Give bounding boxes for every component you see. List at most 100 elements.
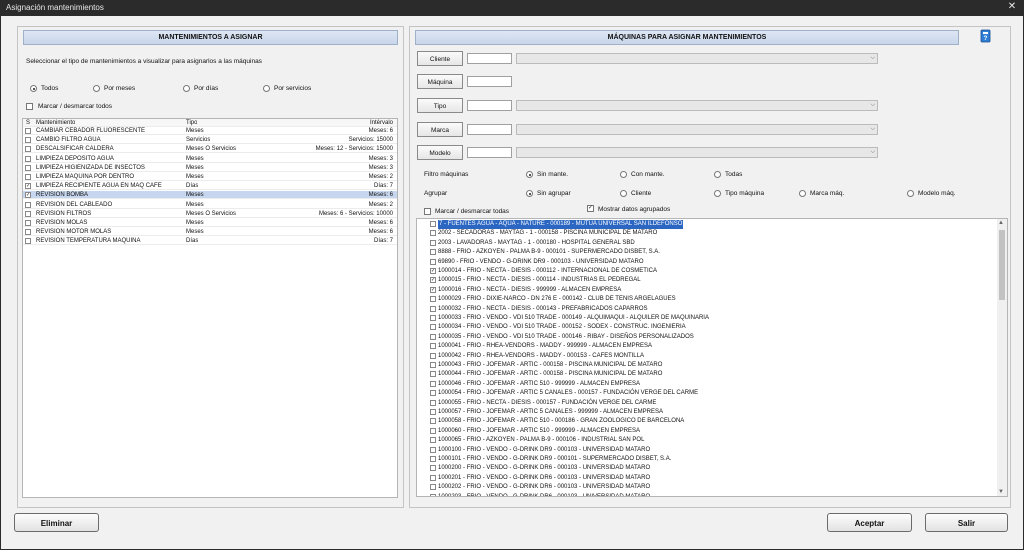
machine-checkbox[interactable]	[430, 418, 436, 425]
machine-checkbox[interactable]: ✓	[430, 286, 436, 293]
type-filter-radio[interactable]	[93, 85, 100, 92]
list-item[interactable]: 2002 - SECADORAS - MAYTAG - 1 - 000158 -…	[417, 229, 1007, 238]
machine-checkbox[interactable]	[430, 296, 436, 303]
machine-filter-radio[interactable]	[620, 171, 627, 178]
machine-checkbox[interactable]	[430, 380, 436, 387]
list-item[interactable]: 7 - FUENTES AGUA - AQUA - NATURE - 00018…	[417, 220, 1007, 229]
scroll-thumb[interactable]	[999, 230, 1005, 300]
show-grouped-checkbox[interactable]: ✓	[587, 205, 594, 212]
list-item[interactable]: 1000200 - FRIO - VENDO - G-DRINK DR6 - 0…	[417, 464, 1007, 473]
machine-checkbox[interactable]	[430, 474, 436, 481]
modelo-dropdown[interactable]: ⌵	[516, 147, 878, 158]
machine-checkbox[interactable]	[430, 352, 436, 359]
group-by-radio[interactable]	[714, 190, 721, 197]
table-row[interactable]: CAMBIAR CEBADOR FLUORESCENTE Meses Meses: …	[23, 127, 397, 135]
type-filter-radio[interactable]	[30, 85, 37, 92]
modelo-field-button[interactable]: Modelo	[417, 145, 463, 160]
list-item[interactable]: 1000101 - FRIO - VENDO - G-DRINK DR9 - 0…	[417, 455, 1007, 464]
machine-checkbox[interactable]	[430, 343, 436, 350]
marca-code-input[interactable]	[467, 124, 512, 135]
machine-filter-radio[interactable]	[526, 171, 533, 178]
list-item[interactable]: 1000057 - FRIO - JOFEMAR - ARTIC 5 CANAL…	[417, 408, 1007, 417]
type-filter-radio[interactable]	[183, 85, 190, 92]
table-row[interactable]: DESCALSIFICAR CALDERA Meses Ó Servicios Me…	[23, 145, 397, 154]
machine-checkbox[interactable]	[430, 315, 436, 321]
machine-checkbox[interactable]	[430, 465, 436, 472]
modelo-code-input[interactable]	[467, 147, 512, 158]
list-item[interactable]: ✓ 1000014 - FRIO - NECTA - DIESIS - 00011…	[417, 267, 1007, 276]
list-item[interactable]: 1000203 - FRIO - VENDO - G-DRINK DR6 - 0…	[417, 493, 1007, 496]
row-checkbox[interactable]	[25, 155, 31, 162]
row-checkbox[interactable]	[25, 229, 31, 236]
machine-filter-radio[interactable]	[714, 171, 721, 178]
table-row[interactable]: REVISIÓN TEMPERATURA MAQUINA Días Días: 7	[23, 237, 397, 246]
machine-checkbox[interactable]: ✓	[430, 277, 436, 284]
type-filter-radio[interactable]	[263, 85, 270, 92]
list-item[interactable]: 69890 - FRIO - VENDO - G-DRINK DR9 - 000…	[417, 258, 1007, 267]
list-item[interactable]: 1000032 - FRIO - NECTA - DIESIS - 000143…	[417, 305, 1007, 314]
table-row[interactable]: LIMPIEZA DEPOSITO AGUA Meses Meses: 3	[23, 155, 397, 163]
marca-dropdown[interactable]: ⌵	[516, 124, 878, 135]
table-row[interactable]: REVISIÓN DEL CABLEADO Meses Meses: 2	[23, 201, 397, 209]
help-book-icon[interactable]: ?	[979, 29, 993, 43]
list-item[interactable]: ✓ 1000015 - FRIO - NECTA - DIESIS - 00011…	[417, 276, 1007, 285]
cliente-field-button[interactable]: Cliente	[417, 51, 463, 66]
mark-all-checkbox[interactable]	[26, 103, 33, 110]
table-row[interactable]: LIMPIEZA HIGIENIZADA DE INSECTOS Meses Mes…	[23, 164, 397, 172]
machine-checkbox[interactable]	[430, 333, 436, 340]
table-row[interactable]: ✓ LIMPIEZA RECIPIENTE AGUA EN MAQ CAFE Día…	[23, 182, 397, 191]
row-checkbox[interactable]	[25, 238, 31, 245]
aceptar-button[interactable]: Aceptar	[827, 513, 912, 532]
row-checkbox[interactable]	[25, 201, 31, 208]
row-checkbox[interactable]	[25, 164, 31, 171]
table-row[interactable]: REVISIÓN MOLAS Meses Meses: 6	[23, 219, 397, 227]
machine-checkbox[interactable]	[430, 484, 436, 491]
list-item[interactable]: 1000033 - FRIO - VENDO - VDI 510 TRADE -…	[417, 314, 1007, 323]
machine-checkbox[interactable]	[430, 305, 436, 312]
maquina-field-button[interactable]: Máquina	[417, 74, 463, 89]
eliminar-button[interactable]: Eliminar	[14, 513, 99, 532]
row-checkbox[interactable]	[25, 174, 31, 180]
scroll-down-icon[interactable]: ▼	[998, 489, 1004, 495]
row-checkbox[interactable]	[25, 146, 31, 153]
machines-scrollbar[interactable]: ▲ ▼	[997, 219, 1007, 496]
list-item[interactable]: 8888 - FRIO - AZKOYEN - PALMA B-9 - 0001…	[417, 248, 1007, 257]
list-item[interactable]: 1000034 - FRIO - VENDO - VDI 510 TRADE -…	[417, 323, 1007, 332]
tipo-code-input[interactable]	[467, 100, 512, 111]
machine-checkbox[interactable]	[430, 390, 436, 397]
table-row[interactable]: CAMBIO FILTRO AGUA Servicios Servicios: 15…	[23, 136, 397, 145]
scroll-up-icon[interactable]: ▲	[998, 220, 1004, 226]
machine-checkbox[interactable]	[430, 249, 436, 256]
row-checkbox[interactable]	[25, 137, 31, 144]
row-checkbox[interactable]: ✓	[25, 183, 31, 190]
list-item[interactable]: 1000054 - FRIO - JOFEMAR - ARTIC 5 CANAL…	[417, 389, 1007, 398]
list-item[interactable]: 1000035 - FRIO - VENDO - VDI 510 TRADE -…	[417, 333, 1007, 342]
group-by-radio[interactable]	[526, 190, 533, 197]
machine-checkbox[interactable]	[430, 399, 436, 406]
row-checkbox[interactable]	[25, 210, 31, 217]
cliente-dropdown[interactable]: ⌵	[516, 53, 878, 64]
row-checkbox[interactable]: ✓	[25, 192, 31, 199]
list-item[interactable]: 1000029 - FRIO - DIXIE-NARCO - DN 276 E …	[417, 295, 1007, 304]
list-item[interactable]: 1000201 - FRIO - VENDO - G-DRINK DR6 - 0…	[417, 474, 1007, 483]
machine-checkbox[interactable]	[430, 230, 436, 237]
list-item[interactable]: ✓ 1000016 - FRIO - NECTA - DIESIS - 99999…	[417, 286, 1007, 295]
list-item[interactable]: 1000202 - FRIO - VENDO - G-DRINK DR6 - 0…	[417, 483, 1007, 492]
list-item[interactable]: 2003 - LAVADORAS - MAYTAG - 1 - 000180 -…	[417, 239, 1007, 248]
table-row[interactable]: LIMPIEZA MAQUINA POR DENTRO Meses Meses: 2	[23, 173, 397, 181]
machine-checkbox[interactable]: ✓	[430, 268, 436, 274]
maquina-code-input[interactable]	[467, 76, 512, 87]
machine-checkbox[interactable]	[430, 409, 436, 415]
row-checkbox[interactable]	[25, 220, 31, 226]
list-item[interactable]: 1000041 - FRIO - RHEA-VENDORS - MADDY - …	[417, 342, 1007, 351]
machine-checkbox[interactable]	[430, 258, 436, 265]
list-item[interactable]: 1000058 - FRIO - JOFEMAR - ARTIC 510 - 0…	[417, 417, 1007, 426]
cliente-code-input[interactable]	[467, 53, 512, 64]
machine-checkbox[interactable]	[430, 437, 436, 444]
group-by-radio[interactable]	[620, 190, 627, 197]
machine-checkbox[interactable]	[430, 324, 436, 331]
list-item[interactable]: 1000043 - FRIO - JOFEMAR - ARTIC - 00015…	[417, 361, 1007, 370]
table-row[interactable]: REVISIÓN MOTOR MOLAS Meses Meses: 6	[23, 228, 397, 237]
group-by-radio[interactable]	[907, 190, 914, 197]
list-item[interactable]: 1000042 - FRIO - RHEA-VENDORS - MADDY - …	[417, 352, 1007, 361]
